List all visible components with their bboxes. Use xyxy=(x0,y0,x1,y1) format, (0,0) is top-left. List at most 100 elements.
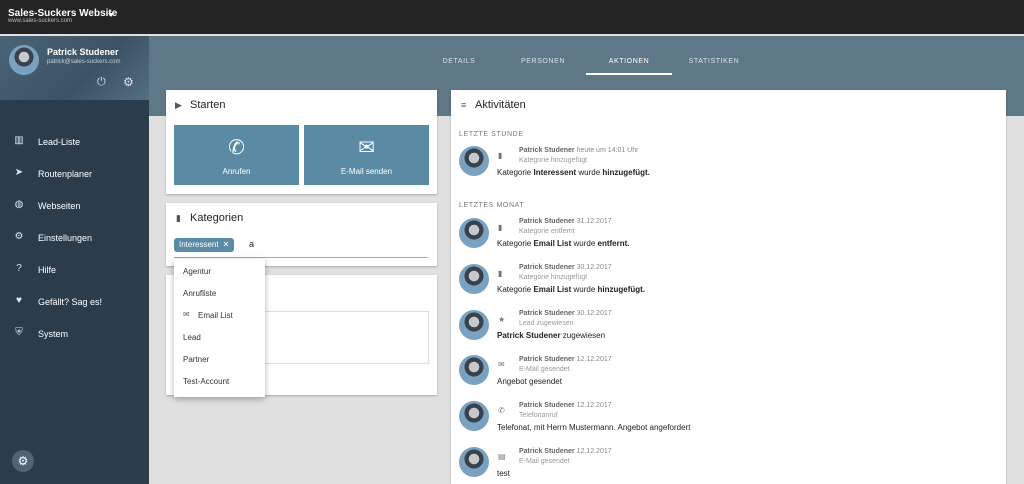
category-chip[interactable]: Interessent ✕ xyxy=(174,238,235,252)
heart-icon: ♥ xyxy=(16,295,22,306)
dropdown-option-anrufliste[interactable]: Anrufliste xyxy=(174,281,265,303)
tab-statistiken[interactable]: STATISTIKEN xyxy=(686,58,742,65)
activity-text: Kategorie Interessent wurde hinzugefügt. xyxy=(497,168,650,177)
sidebar-item-label: Routenplaner xyxy=(38,169,93,179)
activity-meta: Patrick Studener 30.12.2017 xyxy=(519,264,612,271)
tab-aktionen[interactable]: AKTIONEN xyxy=(604,58,654,65)
active-tab-indicator xyxy=(586,73,672,75)
avatar xyxy=(459,401,489,431)
category-dropdown: Agentur Anrufliste ✉ Email List Lead Part… xyxy=(174,259,265,397)
sidebar-item-label: Webseiten xyxy=(38,201,81,211)
activity-meta: Patrick Studener 30.12.2017 xyxy=(519,310,612,317)
avatar xyxy=(459,310,489,340)
dropdown-option-email-list[interactable]: ✉ Email List xyxy=(174,303,265,325)
activity-date: 12.12.2017 xyxy=(576,402,612,409)
activity-type: Lead zugewiesen xyxy=(519,320,574,327)
activity-date: 30.12.2017 xyxy=(576,310,612,317)
activity-text-part: entfernt. xyxy=(597,239,630,248)
sidebar-nav: ▥ Lead-Liste ➤ Routenplaner ◍ Webseiten … xyxy=(0,126,149,350)
activity-text-part: Kategorie xyxy=(497,285,534,294)
activity-text-part: Kategorie xyxy=(497,239,534,248)
gear-icon[interactable]: ⚙ xyxy=(123,75,134,89)
activity-date: 12.12.2017 xyxy=(576,448,612,455)
activity-text: Kategorie Email List wurde hinzugefügt. xyxy=(497,285,645,294)
sidebar-item-label: Einstellungen xyxy=(38,233,93,243)
starten-title: Starten xyxy=(190,99,226,111)
dropdown-option-label: Agentur xyxy=(183,267,212,276)
user-profile: Patrick Studener patrick@sales-suckers.c… xyxy=(0,36,149,100)
dropdown-option-agentur[interactable]: Agentur xyxy=(174,259,265,281)
bookmark-icon: ▮ xyxy=(498,269,503,278)
bookmark-icon: ▮ xyxy=(498,151,503,160)
sidebar-item-einstellungen[interactable]: ⚙ Einstellungen xyxy=(0,222,149,254)
shield-icon: ⛨ xyxy=(15,327,23,338)
close-icon[interactable]: ✕ xyxy=(223,240,230,249)
activity-type: Telefonanruf xyxy=(519,412,558,419)
activity-user: Patrick Studener xyxy=(519,356,575,363)
globe-icon: ◍ xyxy=(14,199,24,210)
sidebar-item-label: Lead-Liste xyxy=(38,137,81,147)
avatar xyxy=(459,146,489,176)
activity-user: Patrick Studener xyxy=(519,448,575,455)
avatar xyxy=(459,264,489,294)
tab-details[interactable]: DETAILS xyxy=(441,58,477,65)
sidebar-item-hilfe[interactable]: ? Hilfe xyxy=(0,254,149,286)
category-search-input[interactable]: a xyxy=(249,239,254,249)
avatar xyxy=(459,447,489,477)
sidebar-item-label: System xyxy=(38,329,69,339)
sidebar-item-webseiten[interactable]: ◍ Webseiten xyxy=(0,190,149,222)
send-email-button[interactable]: ✉ E-Mail senden xyxy=(304,125,429,185)
power-icon[interactable]: ⏻ xyxy=(97,76,106,89)
play-icon: ▶ xyxy=(175,100,182,110)
dropdown-option-lead[interactable]: Lead xyxy=(174,325,265,347)
input-underline xyxy=(174,257,428,258)
dropdown-option-partner[interactable]: Partner xyxy=(174,347,265,369)
activity-type: E-Mail gesendet xyxy=(519,458,570,465)
activity-type: E-Mail gesendet xyxy=(519,366,570,373)
dropdown-option-label: Partner xyxy=(183,355,210,364)
activity-text-part: Email List xyxy=(533,285,572,294)
dropdown-option-test-account[interactable]: Test-Account xyxy=(174,369,265,391)
avatar xyxy=(459,218,489,248)
activity-text-part: wurde xyxy=(571,239,598,248)
activity-text: Angebot gesendet xyxy=(497,377,562,386)
section-last-month: LETZTES MONAT xyxy=(459,202,525,209)
settings-fab-button[interactable]: ⚙ xyxy=(12,450,34,472)
sidebar-item-label: Hilfe xyxy=(38,265,57,275)
sidebar-item-feedback[interactable]: ♥ Gefällt? Sag es! xyxy=(0,286,149,318)
gear-icon: ⚙ xyxy=(17,454,29,468)
activity-type: Kategorie entfernt xyxy=(519,228,575,235)
avatar xyxy=(9,45,39,75)
activity-meta: Patrick Studener 12.12.2017 xyxy=(519,356,612,363)
call-button[interactable]: ✆ Anrufen xyxy=(174,125,299,185)
activity-date: 30.12.2017 xyxy=(576,264,612,271)
aktivitaeten-title: Aktivitäten xyxy=(475,99,526,111)
call-button-label: Anrufen xyxy=(222,167,251,176)
activity-user: Patrick Studener xyxy=(519,218,575,225)
activity-user: Patrick Studener xyxy=(519,147,575,154)
building-icon: ▥ xyxy=(14,135,24,146)
user-email: patrick@sales-suckers.com xyxy=(47,59,121,65)
mail-icon: ✉ xyxy=(498,360,505,369)
activity-meta: Patrick Studener 31.12.2017 xyxy=(519,218,612,225)
sidebar-item-system[interactable]: ⛨ System xyxy=(0,318,149,350)
gear-icon: ⚙ xyxy=(14,231,24,242)
tab-personen[interactable]: PERSONEN xyxy=(517,58,569,65)
activity-text-part: Patrick Studener xyxy=(497,331,561,340)
activity-meta: Patrick Studener heute um 14:01 Uhr xyxy=(519,147,638,154)
activity-type: Kategorie hinzugefügt xyxy=(519,274,588,281)
user-name: Patrick Studener xyxy=(47,47,119,57)
site-url: www.sales-suckers.com xyxy=(8,18,73,24)
sidebar-item-routenplaner[interactable]: ➤ Routenplaner xyxy=(0,158,149,190)
star-icon: ★ xyxy=(498,315,506,324)
activity-text-part: wurde xyxy=(571,285,598,294)
activity-text: test xyxy=(497,469,510,478)
activity-text: Telefonat, mit Herrn Mustermann. Angebot… xyxy=(497,423,691,432)
activity-text-part: hinzugefügt. xyxy=(597,285,646,294)
activity-date: heute um 14:01 Uhr xyxy=(576,147,639,154)
mail-icon: ✉ xyxy=(183,310,190,319)
chevron-down-icon[interactable] xyxy=(108,13,114,17)
activity-text-part: hinzugefügt. xyxy=(602,168,650,177)
sidebar-item-lead-liste[interactable]: ▥ Lead-Liste xyxy=(0,126,149,158)
send-email-button-label: E-Mail senden xyxy=(340,167,393,176)
